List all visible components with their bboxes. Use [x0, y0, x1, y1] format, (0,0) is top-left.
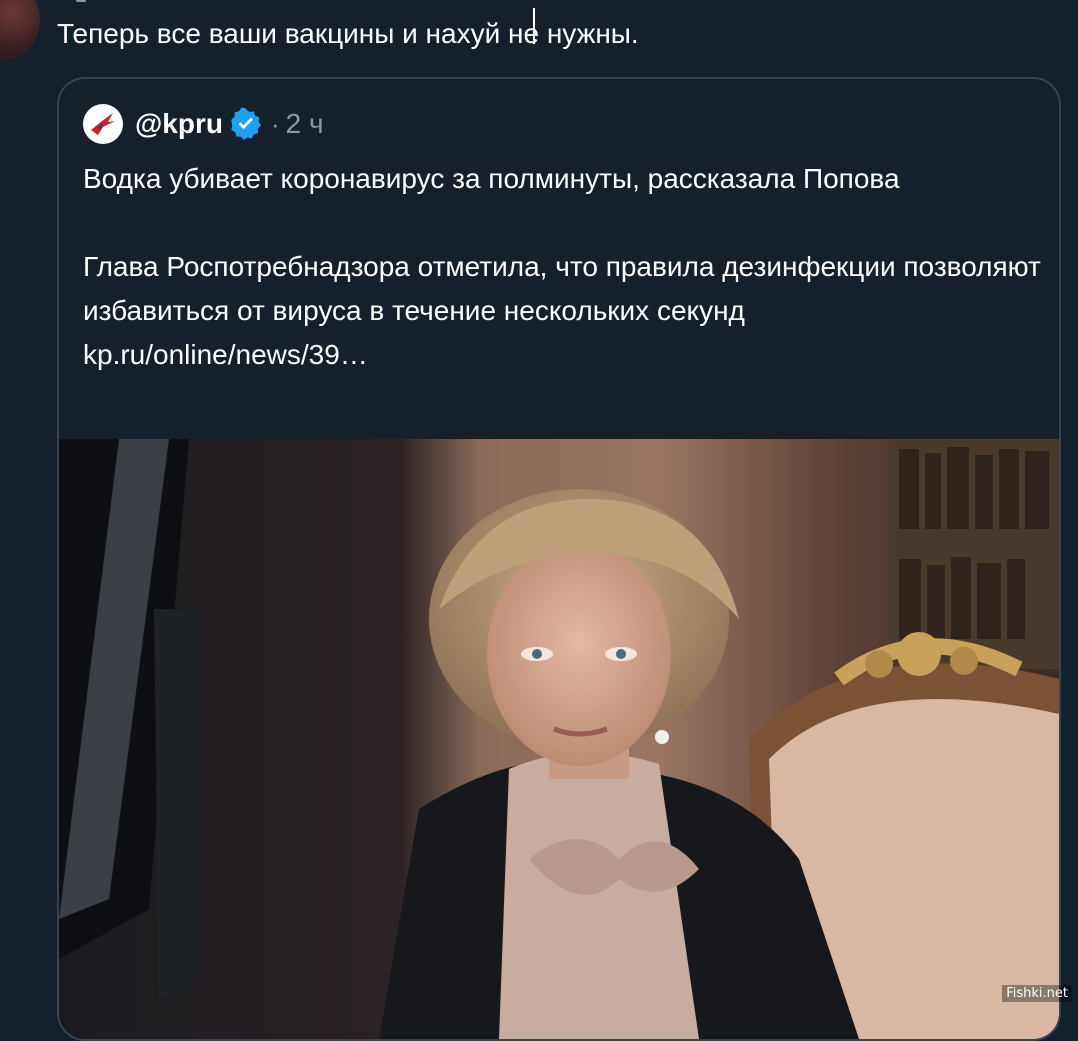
quoted-tweet-header: @kpru · 2 ч	[83, 103, 324, 145]
quoted-summary: Глава Роспотребнадзора отметила, что пра…	[83, 251, 1041, 326]
woman-at-desk-photo[interactable]	[59, 439, 1059, 1039]
quoted-tweet-body: Водка убивает коронавирус за полминуты, …	[83, 157, 1043, 377]
verified-badge-icon	[231, 107, 262, 140]
author-name-fragment	[76, 0, 86, 2]
quoted-headline: Водка убивает коронавирус за полминуты, …	[83, 163, 900, 194]
text-cursor	[533, 8, 535, 44]
avatar[interactable]	[0, 0, 40, 60]
quoted-link[interactable]: kp.ru/online/news/39…	[83, 333, 1043, 377]
separator-dot: ·	[270, 108, 280, 139]
photo-illustration	[59, 439, 1059, 1039]
watermark: Fishki.net	[1002, 985, 1072, 1002]
quoted-timestamp[interactable]: 2 ч	[286, 108, 324, 140]
quoted-tweet-card[interactable]: @kpru · 2 ч Водка убивает коронавирус за…	[57, 77, 1061, 1041]
quoted-handle[interactable]: @kpru	[135, 108, 223, 140]
kp-swallow-logo-icon[interactable]	[83, 104, 123, 144]
tweet-text: Теперь все ваши вакцины и нахуй не нужны…	[57, 18, 639, 49]
